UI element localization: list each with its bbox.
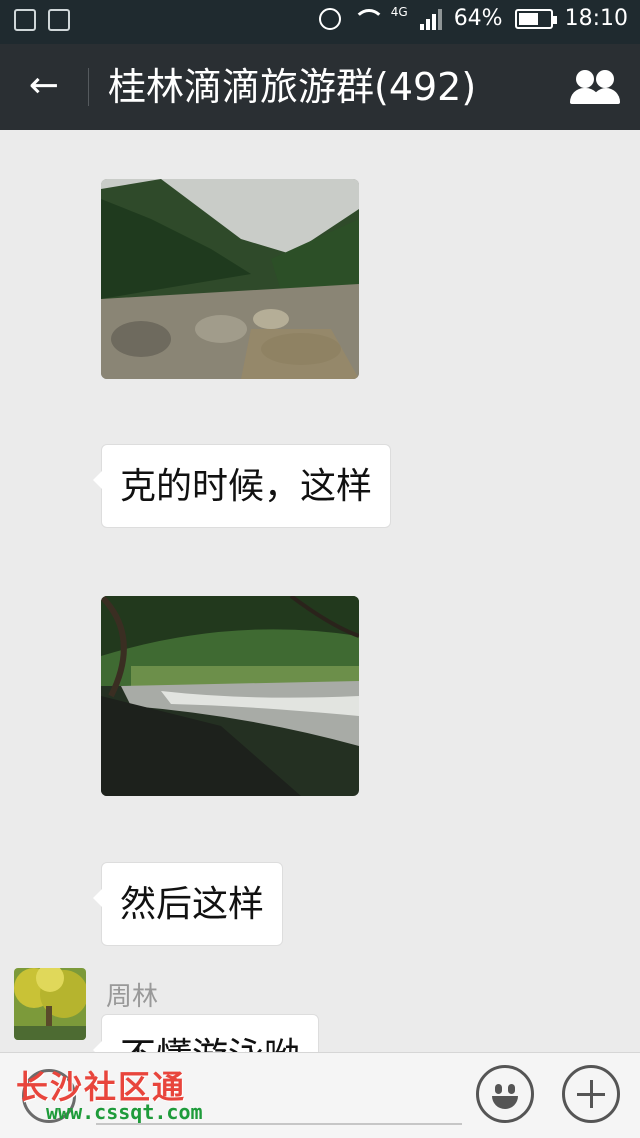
mountain-valley-photo (101, 179, 359, 379)
chat-header: ← 桂林滴滴旅游群(492) (0, 44, 640, 130)
text-message[interactable]: 然后这样 (92, 862, 284, 946)
emoji-icon[interactable] (476, 1065, 534, 1123)
notification-image-icon (48, 9, 70, 31)
alarm-icon (318, 7, 341, 30)
plus-icon[interactable] (562, 1065, 620, 1123)
status-bar: 4G 64% 18:10 (0, 0, 640, 44)
image-message-river[interactable] (101, 596, 359, 796)
network-type: 4G (390, 5, 408, 19)
watermark-url: www.cssqt.com (46, 1100, 203, 1124)
sender-name: 周林 (106, 982, 159, 1012)
message-list[interactable]: 克的时候，这样 然后这样 周林 不懂游泳呦 (0, 130, 640, 1052)
river-forest-photo (101, 596, 359, 796)
group-members-icon[interactable] (570, 66, 620, 106)
text-message[interactable]: 克的时候，这样 (92, 444, 392, 528)
chat-title: 桂林滴滴旅游群(492) (108, 65, 477, 109)
signal-icon (419, 8, 442, 30)
header-divider (88, 68, 89, 106)
notification-lock-icon (14, 9, 36, 31)
battery-icon (514, 8, 557, 29)
battery-percent: 64% (453, 6, 503, 31)
avatar[interactable] (14, 968, 86, 1040)
ginkgo-tree-avatar (14, 968, 86, 1040)
text-message[interactable]: 不懂游泳呦 (92, 1014, 320, 1052)
image-message-mountain[interactable] (101, 179, 359, 379)
arrow-left-icon[interactable]: ← (24, 66, 64, 106)
wifi-icon (352, 8, 385, 29)
clock: 18:10 (564, 6, 628, 31)
